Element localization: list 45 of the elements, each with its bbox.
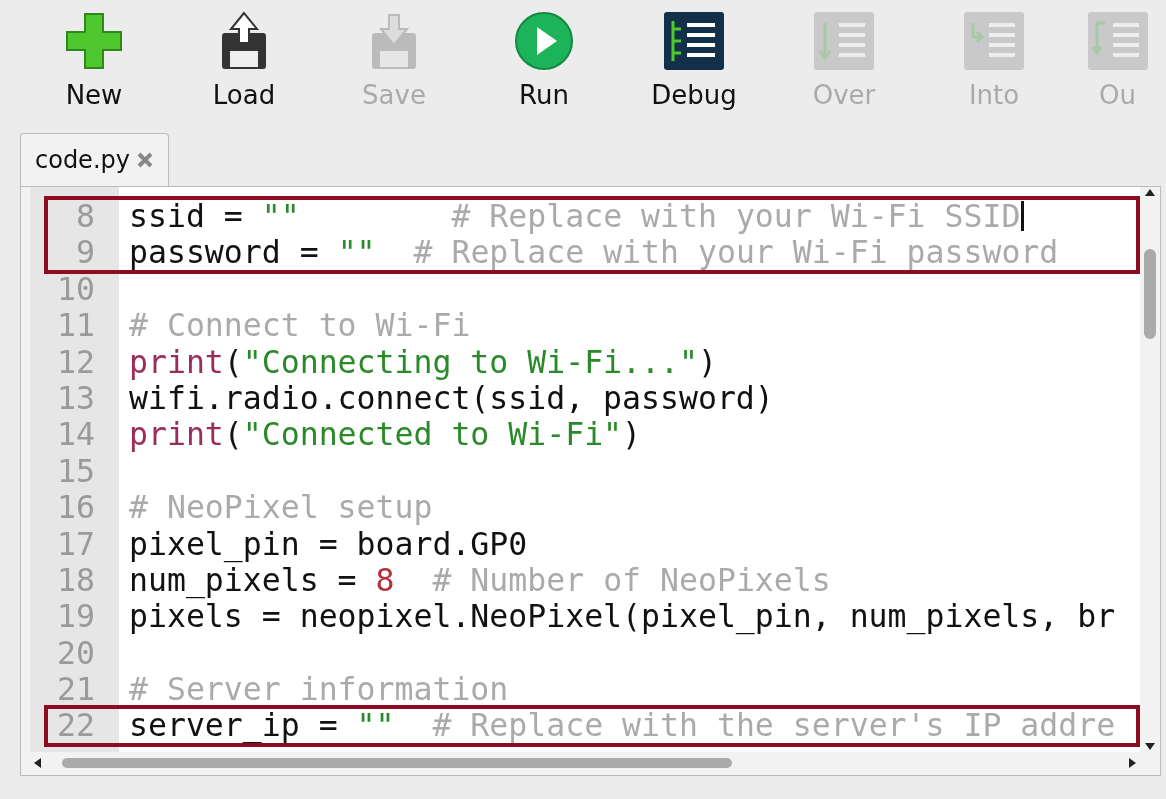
list-arrows-icon [663, 11, 725, 71]
arrow-right-icon[interactable] [1126, 756, 1138, 770]
line-number: 8 [75, 198, 96, 235]
arrow-down-icon[interactable] [1143, 740, 1157, 752]
step-list-icon [963, 11, 1025, 71]
floppy-upload-icon [219, 11, 269, 71]
code-line: pixels = neopixel.NeoPixel(pixel_pin, num_pixels, br [129, 598, 1116, 635]
file-tab[interactable]: code.py [20, 133, 169, 186]
line-number: 21 [56, 671, 96, 708]
line-number: 18 [56, 561, 96, 599]
line-number: 9 [75, 234, 96, 271]
arrow-up-icon[interactable] [1143, 187, 1157, 199]
line-number: 17 [56, 525, 96, 562]
line-number: 11 [56, 307, 96, 344]
close-icon[interactable] [135, 151, 154, 169]
line-number: 10 [56, 270, 96, 308]
line-number: 20 [56, 634, 96, 672]
plus-icon [64, 11, 124, 71]
code-line: wifi.radio.connect(ssid, password) [129, 379, 774, 417]
line-number: 12 [56, 343, 96, 380]
code-line: # NeoPixel setup [129, 489, 433, 526]
play-icon [514, 11, 574, 71]
arrow-left-icon[interactable] [32, 756, 44, 770]
line-number: 16 [56, 489, 96, 526]
code-line: print("Connecting to Wi-Fi...") [129, 343, 717, 380]
scrollbar-thumb[interactable] [62, 758, 732, 768]
toolbar-button[interactable]: New [19, 10, 169, 123]
code-line: # Server information [129, 671, 509, 708]
code-line: server_ip = "" # Replace with the server's IP addre [129, 707, 1116, 744]
line-number: 19 [56, 598, 96, 635]
toolbar-button[interactable]: Debug [619, 10, 769, 123]
line-number: 14 [56, 416, 96, 453]
floppy-download-icon [369, 11, 419, 71]
toolbar-button[interactable]: Run [469, 10, 619, 123]
line-number: 13 [56, 379, 96, 417]
code-line: ssid = "" # Replace with your Wi-Fi SSID [129, 198, 1021, 235]
code-line: print("Connected to Wi-Fi") [129, 416, 642, 453]
code-line: pixel_pin = board.GP0 [129, 525, 528, 562]
code-line: password = "" # Replace with your Wi-Fi password [129, 234, 1059, 271]
line-number: 15 [56, 452, 96, 490]
scrollbar-thumb[interactable] [1144, 249, 1156, 339]
code-line: # Connect to Wi-Fi [129, 307, 471, 344]
line-number: 22 [56, 707, 96, 744]
step-list-icon [813, 11, 875, 71]
toolbar-button[interactable]: Load [169, 10, 319, 123]
